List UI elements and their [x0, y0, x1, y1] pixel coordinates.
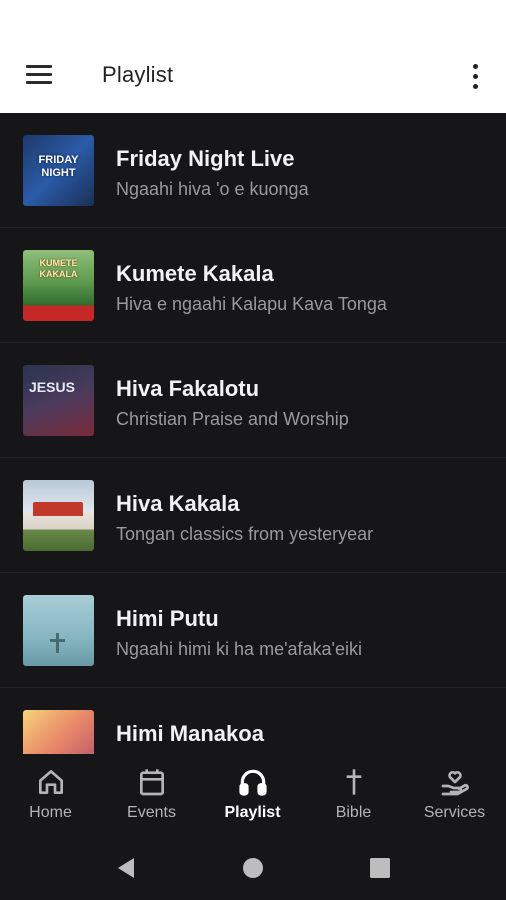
nav-label: Home	[29, 804, 72, 821]
palace-roof-shape	[33, 502, 83, 516]
playlist-title: Kumete Kakala	[116, 261, 274, 286]
cross-silhouette	[56, 633, 59, 653]
nav-label: Events	[127, 804, 176, 821]
home-circle-icon	[243, 858, 263, 878]
playlist-item-himi-putu[interactable]: Himi Putu Ngaahi himi ki ha me'afaka'eik…	[0, 573, 506, 688]
nav-home[interactable]: Home	[0, 754, 101, 836]
status-bar	[0, 0, 506, 40]
thumbnail-caption: KUMETE KAKALA	[39, 258, 78, 279]
nav-bible[interactable]: Bible	[303, 754, 404, 836]
playlist-subtitle: Ngaahi himi ki ha me'afaka'eiki	[116, 639, 362, 659]
playlist-list: FRIDAY NIGHT Friday Night Live Ngaahi hi…	[0, 113, 506, 754]
playlist-subtitle: Ngaahi hiva 'o e kuonga	[116, 179, 309, 199]
cross-icon	[346, 769, 362, 795]
playlist-item-himi-manakoa[interactable]: Himi Manakoa	[0, 688, 506, 754]
playlist-thumbnail	[23, 480, 94, 551]
playlist-item-kumete-kakala[interactable]: KUMETE KAKALA Kumete Kakala Hiva e ngaah…	[0, 228, 506, 343]
menu-button[interactable]	[22, 62, 58, 90]
playlist-thumbnail	[23, 710, 94, 754]
more-options-button[interactable]	[462, 58, 490, 94]
calendar-icon	[140, 769, 164, 796]
hand-heart-icon	[441, 770, 469, 796]
playlist-thumbnail: KUMETE KAKALA	[23, 250, 94, 321]
nav-label: Playlist	[224, 804, 281, 821]
back-triangle-icon	[118, 858, 134, 878]
nav-services[interactable]: Services	[404, 754, 505, 836]
system-navigation-bar	[0, 836, 506, 900]
playlist-title: Hiva Fakalotu	[116, 376, 260, 401]
playlist-title: Himi Manakoa	[116, 721, 264, 746]
playlist-subtitle: Christian Praise and Worship	[116, 409, 349, 429]
back-button[interactable]	[112, 854, 140, 882]
thumbnail-caption: FRIDAY NIGHT	[38, 154, 79, 179]
recents-square-icon	[370, 858, 390, 878]
playlist-title: Friday Night Live	[116, 146, 295, 171]
playlist-thumbnail	[23, 595, 94, 666]
bottom-navigation: Home Events Playlist Bible Services	[0, 754, 506, 836]
playlist-item-hiva-fakalotu[interactable]: JESUS Hiva Fakalotu Christian Praise and…	[0, 343, 506, 458]
playlist-thumbnail: FRIDAY NIGHT	[23, 135, 94, 206]
app-bar: Playlist	[0, 40, 506, 113]
headphones-icon	[239, 769, 267, 796]
home-icon	[39, 770, 63, 794]
nav-playlist[interactable]: Playlist	[202, 754, 303, 836]
playlist-subtitle: Tongan classics from yesteryear	[116, 524, 374, 544]
nav-events[interactable]: Events	[101, 754, 202, 836]
page-title: Playlist	[102, 62, 174, 87]
nav-label: Bible	[335, 804, 372, 821]
home-system-button[interactable]	[239, 854, 267, 882]
nav-label: Services	[423, 804, 486, 821]
playlist-item-friday-night-live[interactable]: FRIDAY NIGHT Friday Night Live Ngaahi hi…	[0, 113, 506, 228]
playlist-title: Himi Putu	[116, 606, 219, 631]
cross-silhouette	[50, 639, 65, 642]
thumbnail-caption: JESUS	[29, 379, 75, 395]
playlist-subtitle: Hiva e ngaahi Kalapu Kava Tonga	[116, 294, 387, 314]
playlist-thumbnail: JESUS	[23, 365, 94, 436]
recents-button[interactable]	[366, 854, 394, 882]
playlist-item-hiva-kakala[interactable]: Hiva Kakala Tongan classics from yestery…	[0, 458, 506, 573]
playlist-title: Hiva Kakala	[116, 491, 240, 516]
